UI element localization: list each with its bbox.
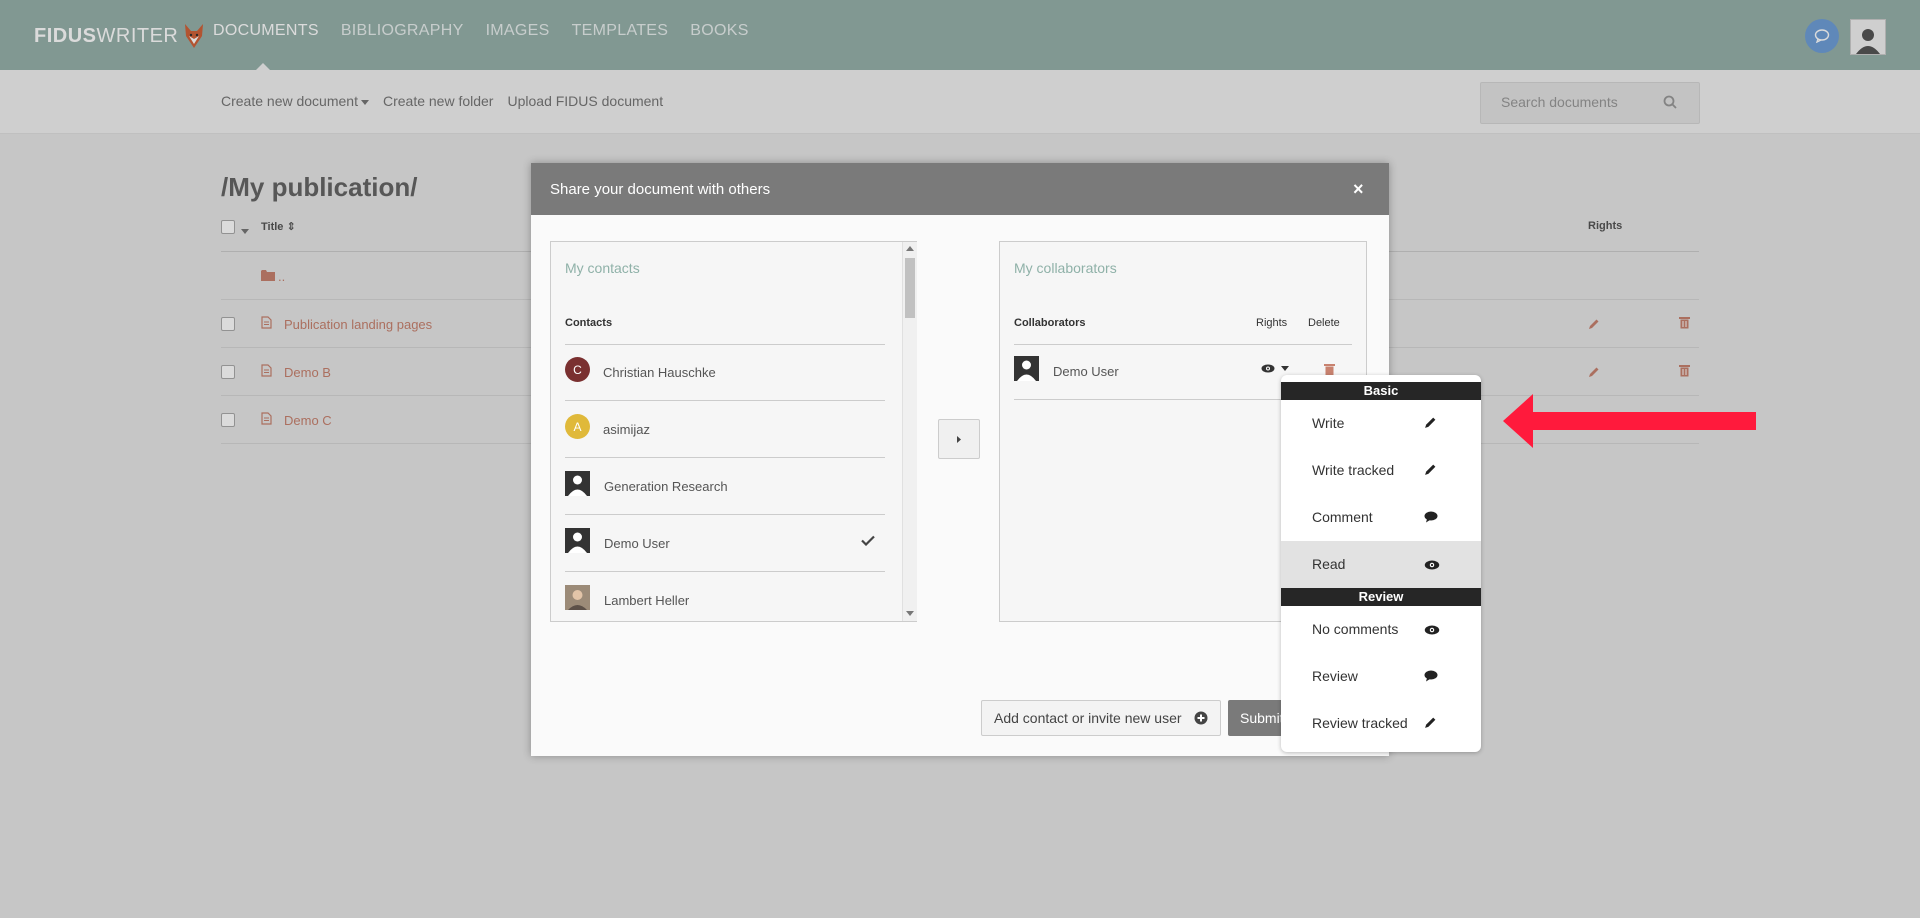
dialog-header: Share your document with others ×	[531, 163, 1389, 215]
rights-option-comment[interactable]: Comment	[1281, 494, 1481, 541]
option-label: Comment	[1312, 509, 1373, 525]
rights-option-read[interactable]: Read	[1281, 541, 1481, 588]
column-delete: Delete	[1308, 317, 1340, 329]
section-header-basic: Basic	[1281, 382, 1481, 400]
add-contact-label: Add contact or invite new user	[994, 710, 1182, 726]
contact-item[interactable]: A asimijaz	[565, 402, 885, 458]
option-label: Review	[1312, 668, 1358, 684]
pencil-icon	[1424, 416, 1437, 434]
scroll-down-arrow-icon[interactable]	[906, 611, 914, 616]
rights-option-review-tracked[interactable]: Review tracked	[1281, 700, 1481, 747]
eye-icon	[1424, 622, 1440, 640]
section-header-review: Review	[1281, 588, 1481, 606]
comment-icon	[1424, 669, 1438, 687]
rights-dropdown-toggle[interactable]	[1261, 364, 1289, 373]
contact-item[interactable]: Generation Research	[565, 459, 885, 515]
rights-option-review[interactable]: Review	[1281, 653, 1481, 700]
caret-down-icon	[1281, 366, 1289, 371]
contact-item[interactable]: Lambert Heller	[565, 573, 885, 629]
contact-name: Christian Hauschke	[603, 365, 716, 380]
scroll-up-arrow-icon[interactable]	[906, 246, 914, 251]
default-avatar-icon	[565, 528, 590, 553]
contacts-title: My contacts	[565, 260, 640, 276]
option-label: No comments	[1312, 621, 1399, 637]
option-label: Review tracked	[1312, 715, 1408, 731]
contact-name: Lambert Heller	[604, 593, 690, 608]
plus-circle-icon	[1194, 711, 1208, 725]
default-avatar-icon	[565, 471, 590, 496]
rights-option-no-comments[interactable]: No comments	[1281, 606, 1481, 653]
comment-icon	[1424, 510, 1438, 528]
scrollbar-thumb[interactable]	[905, 258, 915, 318]
contacts-scrollbar[interactable]	[902, 242, 917, 621]
collaborator-name: Demo User	[1053, 364, 1119, 379]
option-label: Write tracked	[1312, 462, 1395, 478]
dialog-title: Share your document with others	[550, 181, 771, 198]
caret-right-icon	[957, 435, 961, 443]
column-collaborators: Collaborators	[1014, 317, 1086, 329]
contact-item[interactable]: Demo User	[565, 516, 885, 572]
checkmark-icon	[861, 533, 875, 551]
rights-dropdown-menu: Basic Write Write tracked Comment Read R…	[1281, 375, 1481, 752]
add-to-collaborators-button[interactable]	[938, 419, 980, 459]
profile-photo-avatar	[565, 585, 590, 610]
eye-icon	[1261, 364, 1275, 373]
avatar: A	[565, 414, 590, 439]
avatar: C	[565, 357, 590, 382]
default-avatar-icon	[1014, 356, 1039, 381]
column-rights: Rights	[1256, 317, 1288, 329]
add-contact-button[interactable]: Add contact or invite new user	[981, 700, 1221, 736]
pencil-icon	[1424, 463, 1437, 481]
collaborators-title: My collaborators	[1014, 260, 1117, 276]
contact-name: Generation Research	[604, 479, 728, 494]
rights-option-write-tracked[interactable]: Write tracked	[1281, 447, 1481, 494]
eye-icon	[1424, 557, 1440, 575]
annotation-arrow-icon	[1503, 392, 1758, 455]
option-label: Write	[1312, 415, 1345, 431]
share-dialog: Share your document with others × My con…	[531, 163, 1389, 756]
contacts-header: Contacts	[565, 317, 613, 329]
pencil-icon	[1424, 716, 1437, 734]
contact-item[interactable]: C Christian Hauschke	[565, 345, 885, 401]
rights-option-write[interactable]: Write	[1281, 400, 1481, 447]
contact-name: Demo User	[604, 536, 670, 551]
close-icon[interactable]: ×	[1353, 179, 1364, 200]
option-label: Read	[1312, 556, 1346, 572]
contact-name: asimijaz	[603, 422, 650, 437]
contacts-panel: My contacts Contacts C Christian Hauschk…	[550, 241, 917, 622]
